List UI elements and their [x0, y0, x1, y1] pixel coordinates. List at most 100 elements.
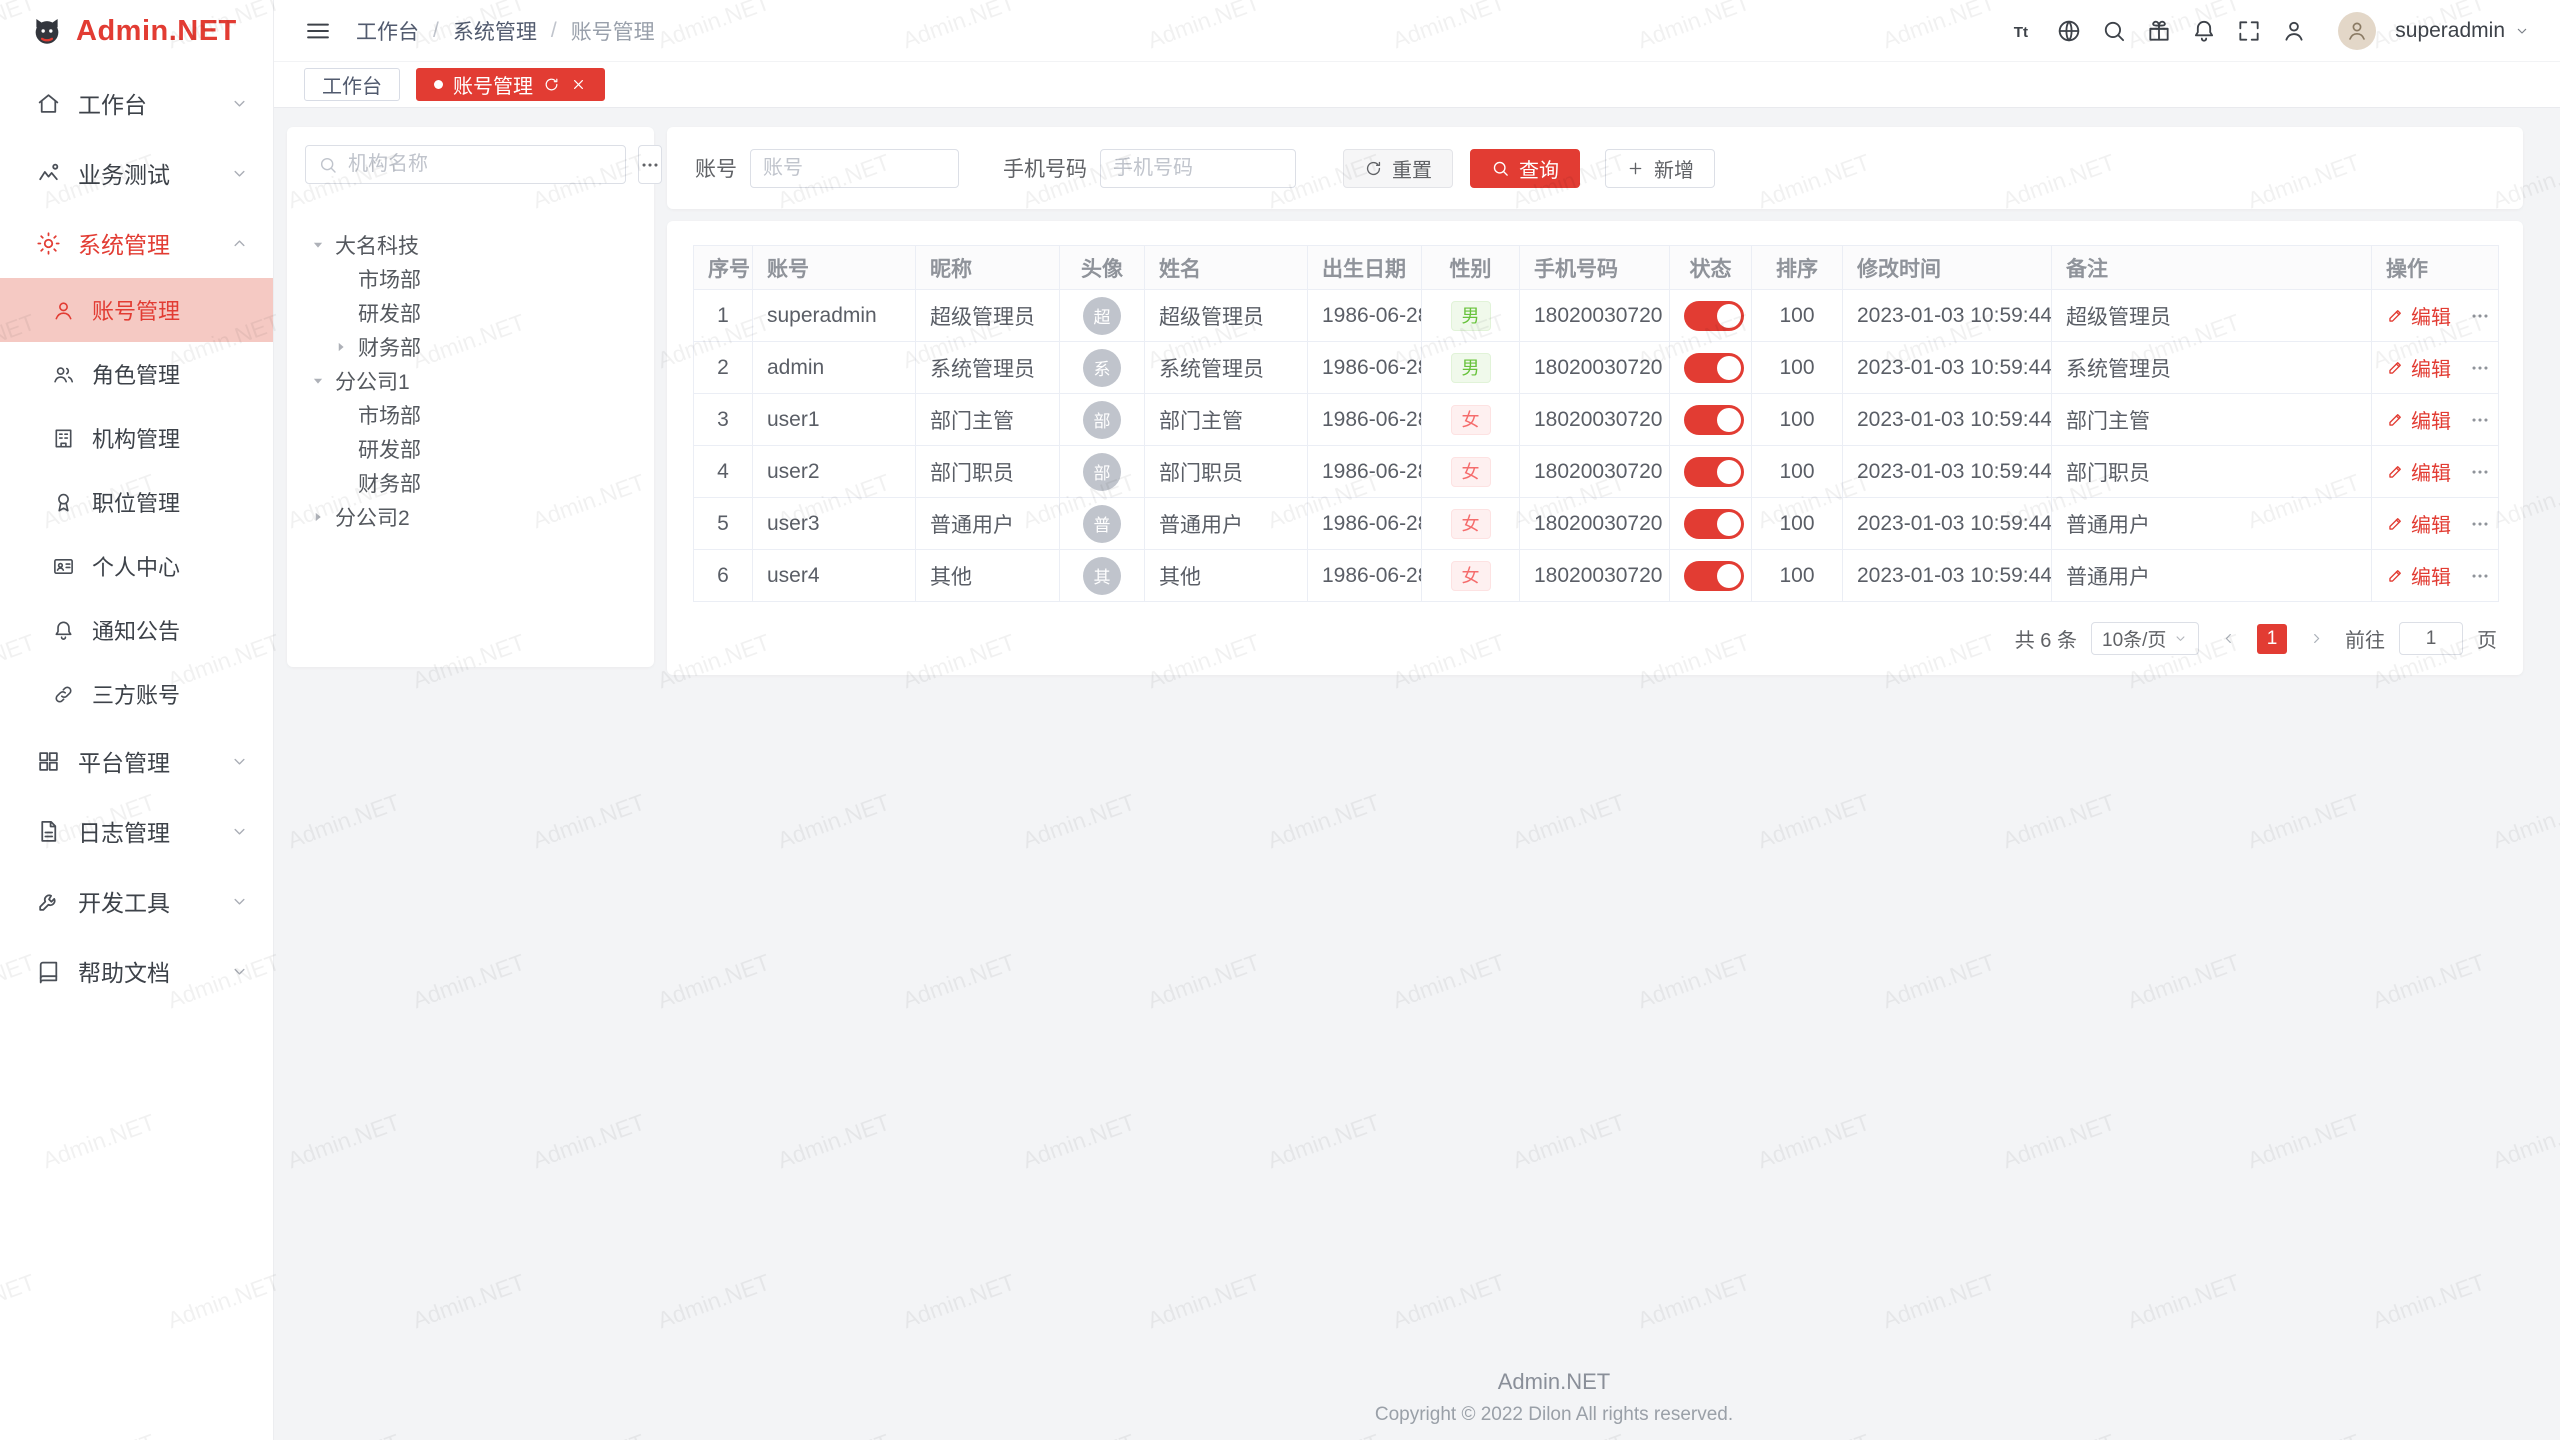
column-header: 排序: [1752, 246, 1843, 290]
search-label: 查询: [1519, 154, 1559, 183]
sidebar-item-log-management[interactable]: 日志管理: [0, 796, 273, 866]
phone-input[interactable]: [1100, 149, 1296, 188]
more-actions-button[interactable]: [2469, 565, 2491, 587]
sidebar-item-business-test[interactable]: 业务测试: [0, 138, 273, 208]
sidebar-item-third-account[interactable]: 三方账号: [0, 662, 273, 726]
tree-node[interactable]: 研发部: [305, 432, 636, 466]
sidebar-item-role-management[interactable]: 角色管理: [0, 342, 273, 406]
table-header-row: 序号账号昵称头像姓名出生日期性别手机号码状态排序修改时间备注操作: [694, 246, 2499, 290]
next-page-button[interactable]: [2301, 624, 2331, 654]
search-icon[interactable]: [2101, 18, 2127, 44]
more-actions-button[interactable]: [2469, 513, 2491, 535]
page-number-1[interactable]: 1: [2257, 624, 2287, 654]
tree-node[interactable]: 大名科技: [305, 228, 636, 262]
edit-button[interactable]: 编辑: [2386, 509, 2451, 538]
caret-down-icon[interactable]: [309, 236, 335, 254]
tree-node[interactable]: 财务部: [305, 466, 636, 500]
breadcrumb-item[interactable]: 账号管理: [571, 16, 655, 46]
sidebar-item-system-management[interactable]: 系统管理: [0, 208, 273, 278]
account-input[interactable]: [750, 149, 959, 188]
status-switch[interactable]: [1684, 509, 1744, 539]
user-avatar[interactable]: [2338, 12, 2376, 50]
column-header: 序号: [694, 246, 753, 290]
bell-icon: [52, 619, 75, 642]
add-button[interactable]: 新增: [1605, 149, 1715, 188]
cell-phone: 18020030720: [1520, 550, 1670, 602]
sidebar-item-dev-tools[interactable]: 开发工具: [0, 866, 273, 936]
tree-node[interactable]: 分公司1: [305, 364, 636, 398]
breadcrumb-item[interactable]: 系统管理: [453, 16, 537, 46]
font-size-icon[interactable]: Tt: [2011, 18, 2037, 44]
breadcrumb-item[interactable]: 工作台: [356, 16, 419, 46]
gift-icon[interactable]: [2146, 18, 2172, 44]
org-search-input[interactable]: [348, 153, 613, 176]
locale-icon[interactable]: [2056, 18, 2082, 44]
cell-modified: 2023-01-03 10:59:44: [1843, 498, 2052, 550]
account-label: 账号: [695, 153, 737, 183]
cell-nickname: 超级管理员: [916, 290, 1060, 342]
table-row: 2admin系统管理员系系统管理员1986-06-28男180200307201…: [694, 342, 2499, 394]
cell-no: 5: [694, 498, 753, 550]
cell-order: 100: [1752, 394, 1843, 446]
svg-text:Tt: Tt: [2014, 23, 2028, 40]
user-menu[interactable]: superadmin: [2395, 19, 2530, 43]
close-tab-icon[interactable]: [570, 76, 587, 93]
sidebar-item-label: 账号管理: [92, 294, 180, 326]
tab-workbench[interactable]: 工作台: [304, 68, 400, 101]
sidebar-item-label: 职位管理: [92, 486, 180, 518]
gender-tag: 男: [1451, 301, 1491, 331]
sidebar-item-position-management[interactable]: 职位管理: [0, 470, 273, 534]
footer-copyright: Copyright © 2022 Dilon All rights reserv…: [548, 1404, 2560, 1426]
edit-button[interactable]: 编辑: [2386, 353, 2451, 382]
status-switch[interactable]: [1684, 301, 1744, 331]
sidebar-item-workbench[interactable]: 工作台: [0, 68, 273, 138]
tree-node[interactable]: 财务部: [305, 330, 636, 364]
more-actions-button[interactable]: [2469, 357, 2491, 379]
goto-page-input[interactable]: [2399, 622, 2463, 655]
status-switch[interactable]: [1684, 405, 1744, 435]
tab-account-management[interactable]: 账号管理: [416, 68, 605, 101]
sidebar-item-personal-center[interactable]: 个人中心: [0, 534, 273, 598]
tree-node[interactable]: 市场部: [305, 262, 636, 296]
org-more-button[interactable]: [638, 145, 662, 184]
gender-tag: 女: [1451, 561, 1491, 591]
status-switch[interactable]: [1684, 353, 1744, 383]
search-button[interactable]: 查询: [1470, 149, 1580, 188]
edit-button[interactable]: 编辑: [2386, 405, 2451, 434]
cell-ops: 编辑: [2372, 290, 2499, 342]
more-actions-button[interactable]: [2469, 409, 2491, 431]
caret-right-icon[interactable]: [309, 508, 335, 526]
more-actions-button[interactable]: [2469, 305, 2491, 327]
tree-node[interactable]: 研发部: [305, 296, 636, 330]
cell-account: superadmin: [753, 290, 916, 342]
sidebar-item-platform-management[interactable]: 平台管理: [0, 726, 273, 796]
caret-down-icon[interactable]: [309, 372, 335, 390]
fullscreen-icon[interactable]: [2236, 18, 2262, 44]
page-size-select[interactable]: 10条/页: [2091, 622, 2199, 655]
edit-button[interactable]: 编辑: [2386, 301, 2451, 330]
refresh-tab-icon[interactable]: [543, 76, 560, 93]
profile-icon[interactable]: [2281, 18, 2307, 44]
edit-button[interactable]: 编辑: [2386, 561, 2451, 590]
sidebar-item-org-management[interactable]: 机构管理: [0, 406, 273, 470]
tree-node[interactable]: 市场部: [305, 398, 636, 432]
hamburger-menu-icon[interactable]: [304, 17, 332, 45]
cell-modified: 2023-01-03 10:59:44: [1843, 342, 2052, 394]
more-actions-button[interactable]: [2469, 461, 2491, 483]
sidebar-item-account-management[interactable]: 账号管理: [0, 278, 273, 342]
bell-icon[interactable]: [2191, 18, 2217, 44]
reset-button[interactable]: 重置: [1343, 149, 1453, 188]
row-actions: 编辑: [2386, 353, 2484, 382]
cell-remark: 普通用户: [2052, 498, 2372, 550]
sidebar-item-notice[interactable]: 通知公告: [0, 598, 273, 662]
sidebar-item-help-docs[interactable]: 帮助文档: [0, 936, 273, 1006]
cell-no: 3: [694, 394, 753, 446]
prev-page-button[interactable]: [2213, 624, 2243, 654]
cell-account: user2: [753, 446, 916, 498]
status-switch[interactable]: [1684, 457, 1744, 487]
edit-button[interactable]: 编辑: [2386, 457, 2451, 486]
phone-label: 手机号码: [1003, 153, 1087, 183]
caret-right-icon[interactable]: [332, 338, 358, 356]
status-switch[interactable]: [1684, 561, 1744, 591]
tree-node[interactable]: 分公司2: [305, 500, 636, 534]
